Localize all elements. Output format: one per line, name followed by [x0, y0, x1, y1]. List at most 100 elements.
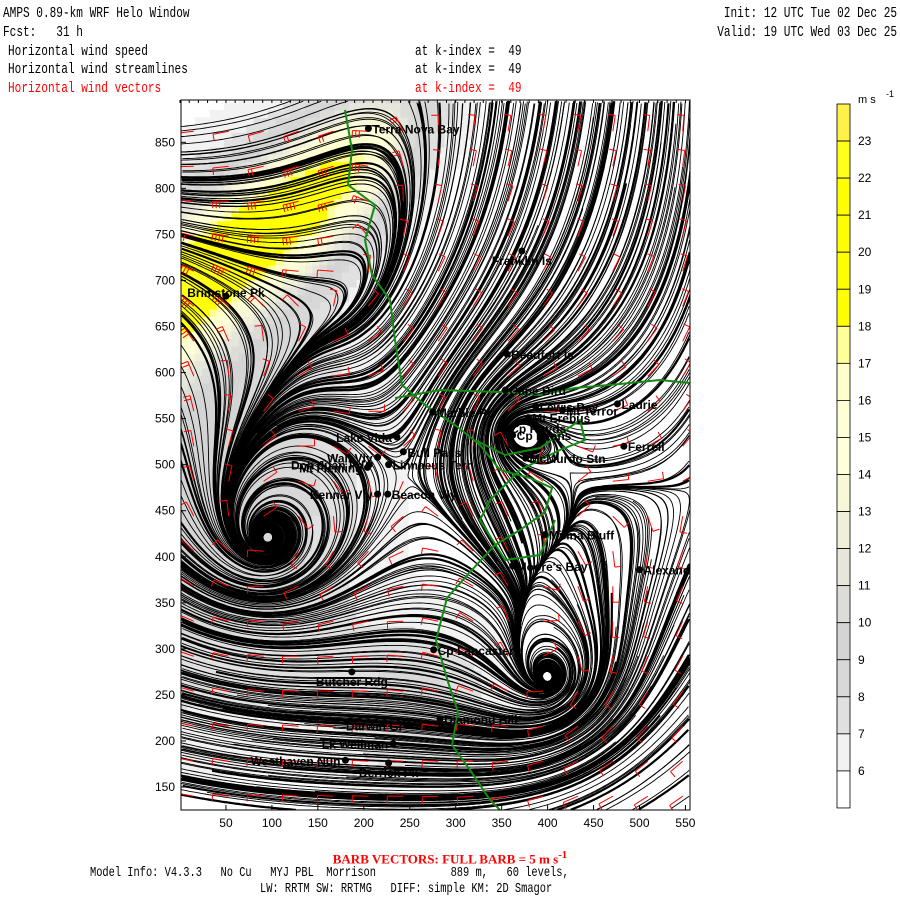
colorbar-units: m s: [858, 94, 876, 106]
colorbar-label: 9: [858, 653, 865, 667]
wind-speed-cell: [304, 662, 313, 671]
place-marker: [532, 403, 540, 411]
place-marker: [341, 756, 349, 764]
y-tick-label: 350: [155, 596, 175, 610]
colorbar-label: 12: [858, 542, 872, 556]
wind-speed-cell: [429, 146, 438, 155]
wind-speed-cell: [327, 100, 335, 104]
place-label: Linnaeus Terr: [393, 459, 472, 473]
wind-speed-cell: [224, 110, 233, 119]
colorbar-label: 7: [858, 727, 865, 741]
wind-speed-cell: [422, 603, 431, 612]
wind-speed-cell: [202, 397, 211, 406]
wind-speed-cell: [216, 309, 225, 317]
place-marker: [374, 490, 382, 498]
y-tick-label: 750: [155, 227, 175, 241]
wind-speed-cell: [246, 205, 255, 214]
wind-speed-cell: [275, 279, 284, 288]
wind-speed-cell: [216, 110, 225, 119]
wind-speed-cell: [216, 316, 225, 325]
place-marker: [374, 453, 382, 461]
colorbar-box: [836, 214, 851, 253]
place-marker: [430, 646, 438, 654]
wind-speed-cell: [290, 286, 299, 295]
x-tick-label: 350: [492, 816, 512, 830]
wind-speed-cell: [253, 102, 262, 111]
wind-speed-cell: [312, 264, 321, 273]
wind-speed-cell: [260, 301, 269, 310]
colorbar-box: [836, 585, 851, 624]
wind-speed-cell: [429, 100, 438, 104]
wind-speed-cell: [385, 102, 394, 111]
wind-speed-cell: [334, 264, 343, 273]
place-marker: [385, 461, 393, 469]
x-tick-label: 200: [354, 816, 374, 830]
place-marker: [620, 442, 628, 450]
wind-speed-cell: [400, 102, 409, 111]
x-tick-label: 50: [219, 816, 233, 830]
wind-speed-cell: [312, 301, 321, 310]
wind-speed-cell: [290, 323, 299, 332]
wind-speed-cell: [312, 213, 321, 222]
wind-speed-cell: [238, 301, 247, 310]
wind-speed-cell: [231, 198, 240, 207]
colorbar-box: [836, 177, 851, 216]
wind-speed-cell: [437, 100, 446, 104]
x-tick-label: 300: [446, 816, 466, 830]
wind-speed-cell: [290, 662, 299, 671]
place-label: Brimstone Pk: [187, 286, 265, 300]
wind-speed-cell: [429, 110, 438, 119]
place-label: Alexander: [644, 564, 702, 578]
wind-speed-cell: [246, 316, 255, 325]
wind-speed-cell: [224, 323, 233, 332]
wind-speed-cell: [253, 331, 262, 340]
wind-speed-cell: [202, 139, 211, 148]
wind-speed-cell: [253, 353, 262, 362]
wind-speed-cell: [216, 220, 225, 229]
wind-speed-cell: [378, 235, 387, 244]
y-tick-label: 200: [155, 734, 175, 748]
wind-speed-cell: [290, 100, 299, 104]
wind-speed-cell: [415, 169, 424, 177]
wind-speed-cell: [304, 294, 313, 303]
wind-speed-cell: [334, 100, 343, 104]
wind-speed-cell: [231, 102, 240, 111]
place-label: Kennar Vly: [310, 488, 373, 502]
wind-speed-cell: [194, 139, 203, 148]
wind-speed-cell: [363, 117, 372, 126]
wind-speed-cell: [297, 662, 306, 671]
x-tick-label: 550: [675, 816, 695, 830]
y-tick-label: 150: [155, 780, 175, 794]
wind-speed-cell: [216, 139, 225, 148]
wind-speed-cell: [437, 176, 446, 185]
wind-speed-cell: [371, 183, 380, 192]
place-label: Diamond Hill: [444, 713, 517, 727]
wind-speed-cell: [444, 758, 453, 767]
wind-speed-cell: [312, 294, 321, 303]
wind-speed-cell: [459, 110, 468, 119]
wind-speed-cell: [194, 161, 203, 170]
wind-speed-cell: [349, 205, 358, 214]
wind-speed-cell: [202, 154, 211, 163]
place-label: Cp Lancaster: [438, 644, 514, 658]
wind-speed-cell: [341, 242, 350, 251]
colorbar-box: [836, 399, 851, 438]
place-label: Ferrell: [628, 440, 665, 454]
wind-speed-cell: [260, 100, 269, 104]
wind-speed-cell: [260, 220, 269, 229]
colorbar-units-exponent: -1: [886, 89, 894, 99]
wind-speed-cell: [334, 515, 343, 524]
wind-speed-cell: [459, 633, 468, 642]
colorbar-box: [836, 622, 851, 661]
colorbar-box: [836, 733, 851, 772]
wind-speed-cell: [224, 102, 233, 111]
wind-speed-cell: [194, 390, 203, 399]
colorbar-box: [836, 251, 851, 290]
place-label: Westhaven Nun: [251, 754, 341, 768]
wind-speed-cell: [349, 227, 358, 236]
place-marker: [636, 566, 643, 574]
wind-speed-cell: [202, 375, 211, 384]
wind-speed-cell: [466, 110, 475, 119]
wind-speed-cell: [194, 419, 203, 428]
wind-speed-cell: [238, 102, 247, 111]
